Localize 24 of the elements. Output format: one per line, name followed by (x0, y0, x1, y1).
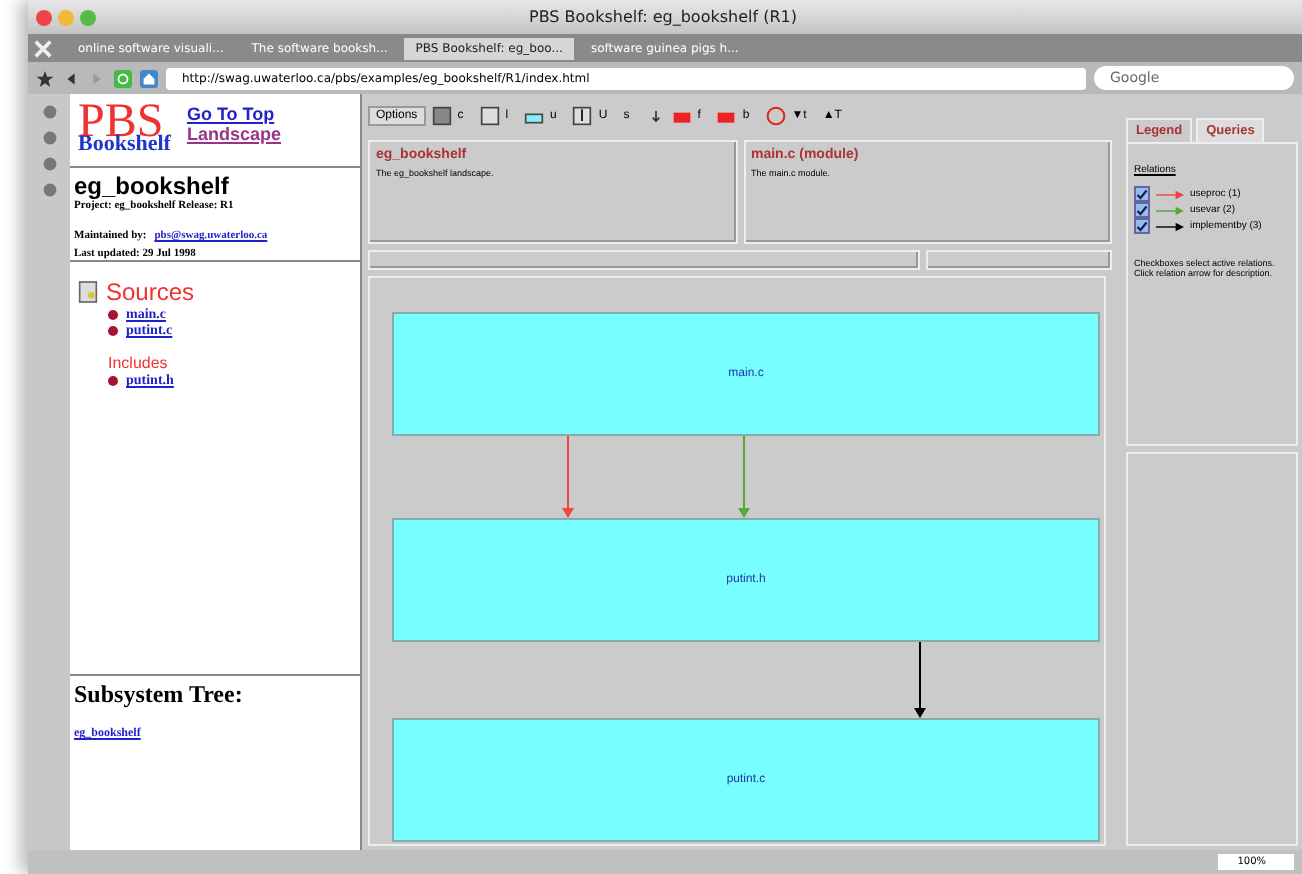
tree-heading: Subsystem Tree: (74, 680, 245, 710)
toolbar-icon[interactable] (572, 105, 593, 126)
nav-link[interactable]: Landscape (186, 124, 281, 144)
checkbox[interactable] (1134, 218, 1150, 234)
checkbox[interactable] (1134, 186, 1150, 202)
bullet-icon (108, 325, 118, 335)
back-icon[interactable] (62, 69, 80, 87)
close-button[interactable] (36, 9, 52, 25)
home-icon[interactable] (140, 69, 158, 87)
section-title: Sources (106, 278, 195, 306)
section-title: Includes (106, 352, 170, 372)
star-icon[interactable] (36, 69, 54, 87)
page-heading: eg_bookshelf (74, 172, 231, 200)
checkbox[interactable] (1134, 202, 1150, 218)
toolbar-icon[interactable] (431, 105, 452, 126)
toolbar-icon[interactable] (479, 105, 500, 126)
reload-icon[interactable] (114, 69, 132, 87)
bullet-icon (108, 309, 118, 319)
zoom-button[interactable] (80, 9, 96, 25)
bullet-icon (108, 375, 118, 385)
nav-link[interactable]: Go To Top (186, 104, 281, 124)
arrow-icon[interactable] (1156, 221, 1184, 231)
window-title: PBS Bookshelf: eg_bookshelf (R1) (527, 8, 799, 26)
document-icon (78, 280, 98, 304)
